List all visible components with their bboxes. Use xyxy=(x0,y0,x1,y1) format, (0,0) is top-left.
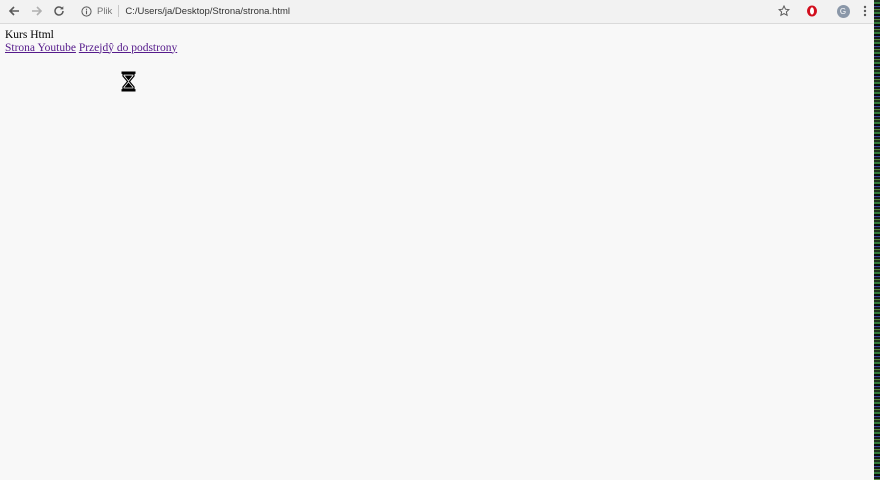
star-icon xyxy=(778,5,790,17)
back-button[interactable] xyxy=(6,3,22,19)
forward-arrow-icon xyxy=(32,6,43,16)
opera-button[interactable] xyxy=(804,3,820,19)
subpage-link[interactable]: Przejdŷ do podstrony xyxy=(79,42,177,54)
reload-button[interactable] xyxy=(51,3,67,19)
info-icon[interactable] xyxy=(81,5,92,17)
security-label: Plik xyxy=(97,5,113,17)
youtube-link[interactable]: Strona Youtube xyxy=(5,42,76,54)
forward-button[interactable] xyxy=(29,3,45,19)
profile-button[interactable]: G xyxy=(835,3,851,19)
browser-toolbar: Plik C:/Users/ja/Desktop/Strona/strona.h… xyxy=(0,0,874,24)
menu-button[interactable] xyxy=(857,3,873,19)
address-bar-divider xyxy=(118,5,120,17)
back-arrow-icon xyxy=(8,6,19,16)
page-content: Kurs Html Strona Youtube Przejdŷ do pods… xyxy=(5,29,177,54)
screen-edge-strip xyxy=(874,0,880,480)
address-bar[interactable]: Plik C:/Users/ja/Desktop/Strona/strona.h… xyxy=(76,1,800,21)
url-text[interactable]: C:/Users/ja/Desktop/Strona/strona.html xyxy=(125,6,290,17)
avatar: G xyxy=(836,4,850,18)
reload-icon xyxy=(54,6,64,16)
page-heading: Kurs Html xyxy=(5,29,54,41)
hourglass-cursor-icon xyxy=(121,71,136,92)
links-row: Strona Youtube Przejdŷ do podstrony xyxy=(5,42,177,55)
opera-icon xyxy=(807,5,817,17)
bookmark-button[interactable] xyxy=(776,3,792,19)
kebab-menu-icon xyxy=(863,5,867,17)
